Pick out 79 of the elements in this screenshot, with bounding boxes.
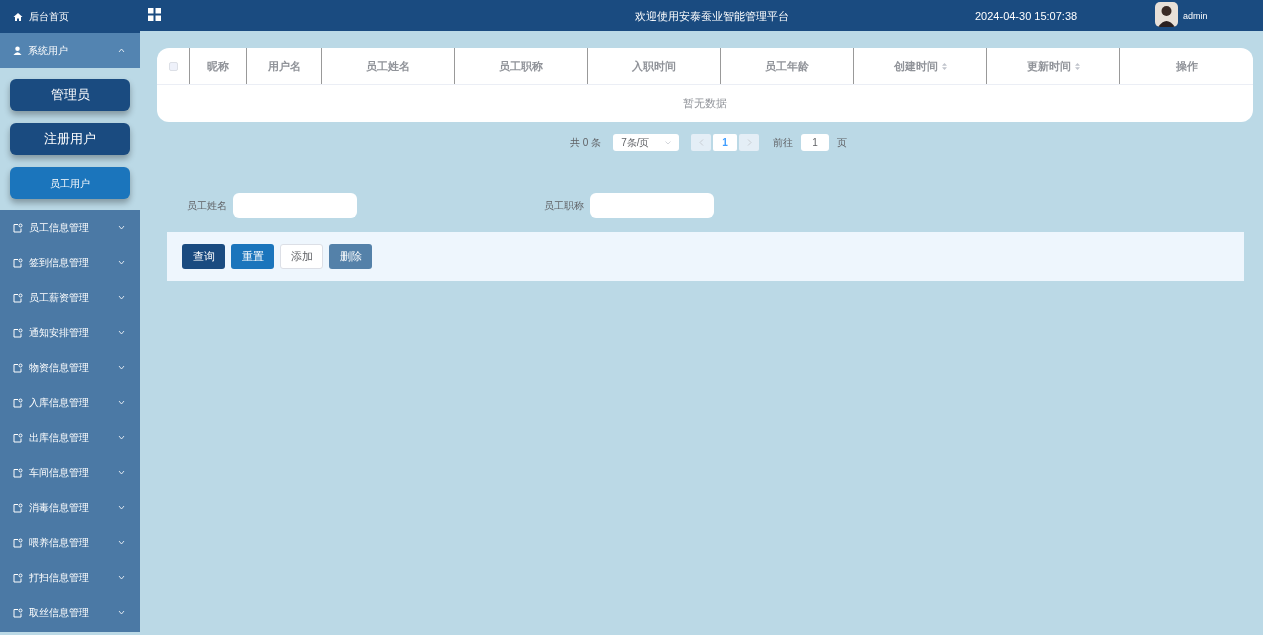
sidebar-menu-item[interactable]: 系统用户	[0, 33, 140, 68]
column-header: 操作	[1174, 58, 1199, 74]
caret-icon	[118, 433, 126, 442]
caret-icon	[118, 328, 126, 337]
sidebar-menu-item[interactable]: 打扫信息管理	[0, 560, 140, 595]
action-button[interactable]: 添加	[280, 244, 323, 269]
page-size-select[interactable]: 7条/页	[613, 134, 680, 151]
document-icon	[13, 467, 23, 478]
document-icon	[13, 292, 23, 303]
document-icon	[13, 327, 23, 338]
column-header: 员工姓名	[322, 48, 455, 84]
sidebar-menu-item[interactable]: 出库信息管理	[0, 420, 140, 455]
sidebar-menu-item[interactable]: 员工薪资管理	[0, 280, 140, 315]
caret-icon	[118, 468, 126, 477]
column-header: 入职时间	[588, 48, 721, 84]
submenu-button[interactable]: 员工用户	[10, 167, 130, 199]
goto-page-field[interactable]: 1	[801, 134, 830, 151]
action-button[interactable]: 删除	[329, 244, 372, 269]
document-icon	[13, 397, 23, 408]
caret-icon	[118, 46, 126, 55]
user-icon	[13, 46, 22, 55]
sort-icon[interactable]	[941, 62, 947, 70]
sidebar-home-item[interactable]: 后台首页	[0, 0, 140, 33]
caret-icon	[118, 223, 126, 232]
caret-icon	[118, 293, 126, 302]
page-number-button[interactable]: 1	[713, 134, 738, 151]
document-icon	[13, 607, 23, 618]
document-icon	[13, 537, 23, 548]
sidebar-menu-item[interactable]: 入库信息管理	[0, 385, 140, 420]
caret-icon	[118, 538, 126, 547]
caret-icon	[118, 398, 126, 407]
document-icon	[13, 257, 23, 268]
caret-icon	[118, 503, 126, 512]
submenu-button[interactable]: 注册用户	[10, 123, 130, 155]
input-field[interactable]	[590, 193, 714, 218]
sidebar-menu-item[interactable]: 取丝信息管理	[0, 595, 140, 630]
document-icon	[13, 572, 23, 583]
sidebar-menu-item[interactable]: 物资信息管理	[0, 350, 140, 385]
column-header: 用户名	[247, 48, 322, 84]
previous-page-button[interactable]	[691, 134, 712, 151]
caret-icon	[118, 573, 126, 582]
platform-title: 欢迎使用安泰蚕业智能管理平台	[635, 9, 789, 24]
sidebar-menu-item[interactable]: 车间信息管理	[0, 455, 140, 490]
select-all-checkbox[interactable]	[168, 61, 178, 71]
sidebar-menu-item[interactable]: 员工信息管理	[0, 210, 140, 245]
column-header[interactable]: 创建时间	[854, 48, 987, 84]
submenu-button[interactable]: 管理员	[10, 79, 130, 111]
column-header: 员工职称	[455, 48, 588, 84]
next-page-button[interactable]	[739, 134, 760, 151]
column-header: 员工年龄	[721, 48, 854, 84]
page-suffix-text: 页	[837, 136, 848, 150]
caret-icon	[118, 608, 126, 617]
caret-icon	[665, 140, 672, 145]
column-header[interactable]: 更新时间	[987, 48, 1120, 84]
document-icon	[13, 362, 23, 373]
empty-text: 暂无数据	[683, 96, 727, 112]
username-text[interactable]: admin	[1183, 10, 1208, 24]
sidebar-menu-item[interactable]: 通知安排管理	[0, 315, 140, 350]
document-icon	[13, 502, 23, 513]
caret-icon	[118, 363, 126, 372]
field-label: 员工职称	[544, 199, 584, 213]
sidebar-menu-item[interactable]: 签到信息管理	[0, 245, 140, 280]
action-button[interactable]: 重置	[231, 244, 274, 269]
grid-menu-icon[interactable]	[148, 8, 161, 21]
avatar-icon[interactable]	[1155, 2, 1178, 27]
column-header: 昵称	[190, 48, 247, 84]
sidebar-menu-item[interactable]: 喂养信息管理	[0, 525, 140, 560]
document-icon	[13, 432, 23, 443]
home-icon	[13, 11, 23, 22]
field-label: 员工姓名	[187, 199, 227, 213]
sort-icon[interactable]	[1074, 62, 1080, 70]
datetime-text: 2024-04-30 15:07:38	[975, 9, 1078, 24]
sidebar-menu-item[interactable]: 消毒信息管理	[0, 490, 140, 525]
caret-icon	[118, 258, 126, 267]
document-icon	[13, 222, 23, 233]
input-field[interactable]	[233, 193, 357, 218]
action-button[interactable]: 查询	[182, 244, 225, 269]
goto-label: 前往	[773, 136, 794, 150]
total-text: 共 0 条	[570, 136, 602, 150]
